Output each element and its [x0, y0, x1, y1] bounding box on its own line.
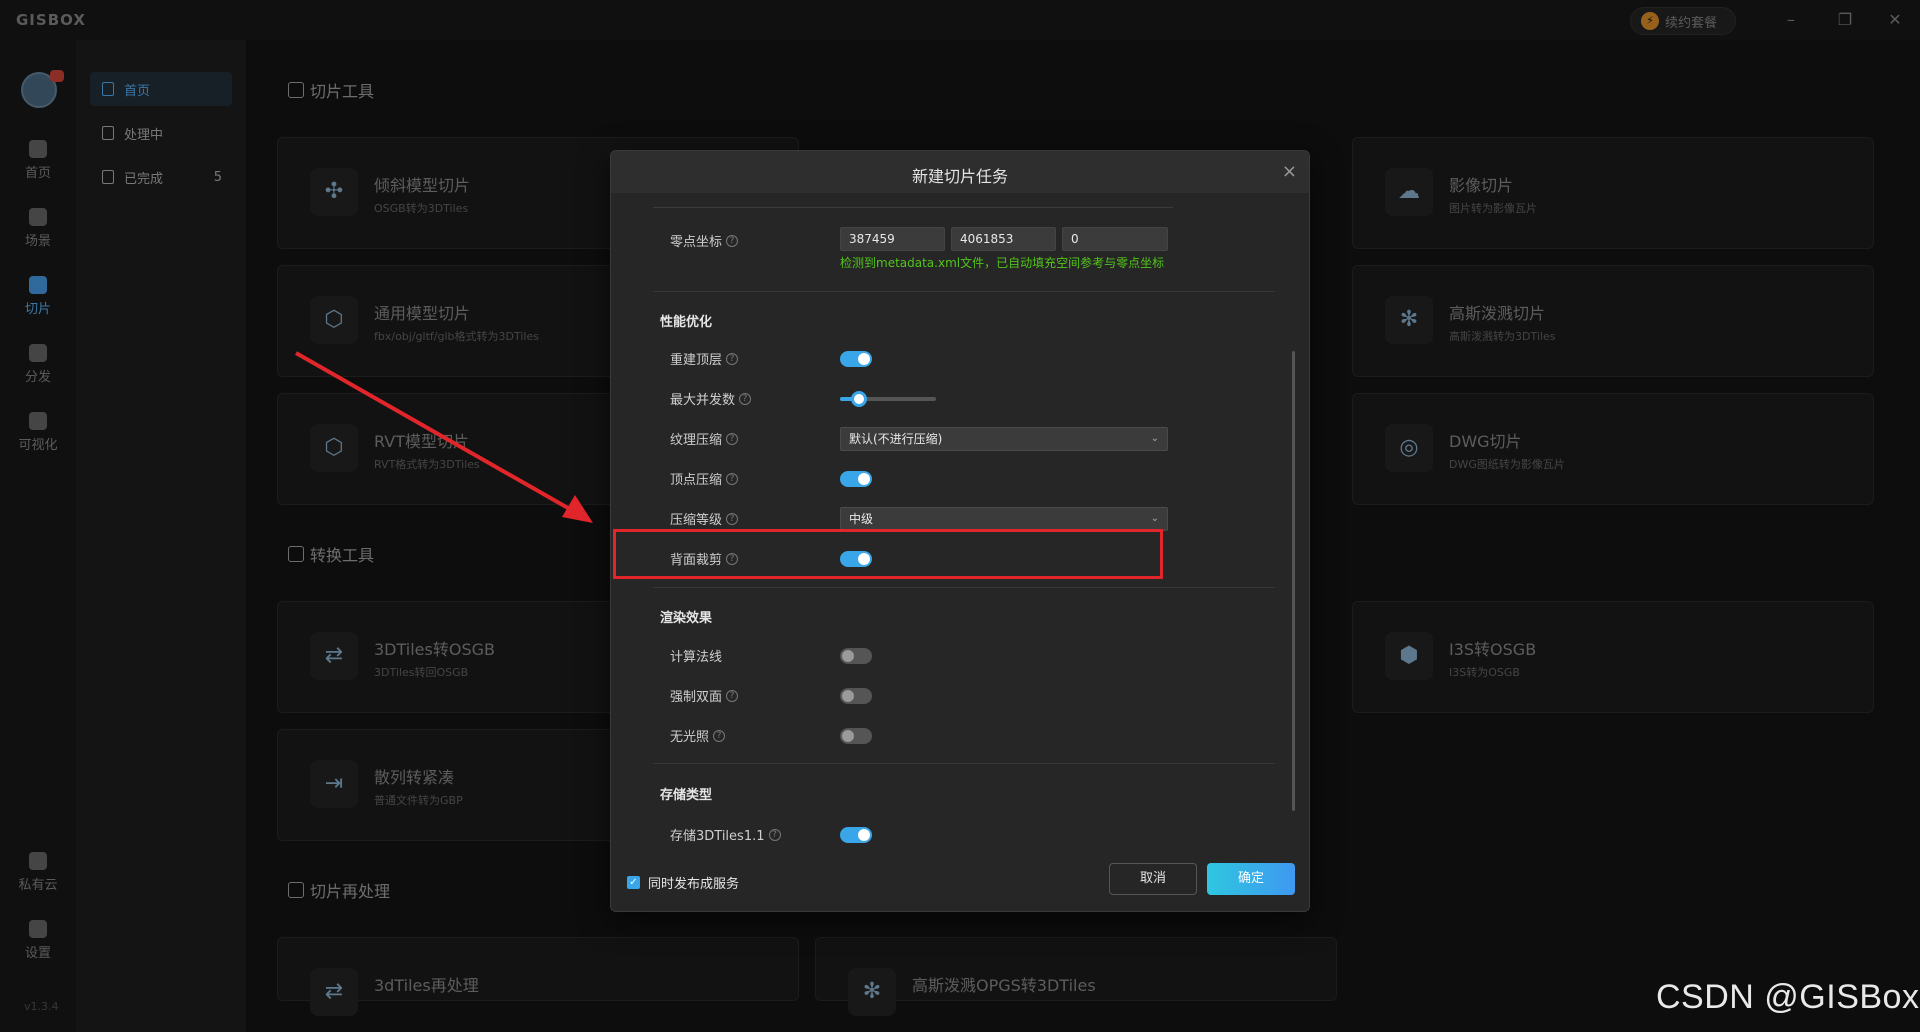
chevron-down-icon: ⌄ [1150, 513, 1159, 524]
toggle-knob [842, 690, 854, 702]
max-concurrency-label: 最大并发数? [670, 389, 752, 408]
divider [653, 763, 1275, 764]
origin-label: 零点坐标? [670, 231, 739, 250]
max-concurrency-slider[interactable] [840, 391, 936, 407]
divider [653, 587, 1275, 588]
dialog-title: 新建切片任务 [911, 167, 1008, 186]
help-icon[interactable]: ? [726, 352, 739, 365]
help-icon[interactable]: ? [713, 729, 726, 742]
force-double-toggle[interactable] [840, 688, 872, 704]
calc-normals-toggle[interactable] [840, 648, 872, 664]
render-group-title: 渲染效果 [660, 611, 713, 626]
compress-level-label: 压缩等级? [670, 509, 739, 528]
help-icon[interactable]: ? [726, 512, 739, 525]
toggle-knob [858, 473, 870, 485]
help-icon[interactable]: ? [726, 432, 739, 445]
toggle-knob [858, 353, 870, 365]
toggle-knob [842, 730, 854, 742]
slider-handle[interactable] [851, 391, 868, 407]
chevron-down-icon: ⌄ [1150, 433, 1159, 444]
vertex-compress-label: 顶点压缩? [670, 469, 739, 488]
compress-level-select[interactable]: 中级 ⌄ [840, 507, 1168, 531]
origin-hint: 检测到metadata.xml文件，已自动填充空间参考与零点坐标 [840, 256, 1165, 270]
dialog-header: 新建切片任务 × [611, 151, 1309, 193]
help-icon[interactable]: ? [726, 234, 739, 247]
confirm-button[interactable]: 确定 [1207, 863, 1295, 895]
perf-group-title: 性能优化 [660, 315, 713, 330]
toggle-knob [858, 829, 870, 841]
origin-x-input[interactable]: 387459 [840, 227, 945, 251]
no-lighting-label: 无光照? [670, 726, 726, 745]
help-icon[interactable]: ? [726, 689, 739, 702]
help-icon[interactable]: ? [739, 392, 752, 405]
calc-normals-label: 计算法线 [670, 650, 723, 665]
publish-service-checkbox[interactable]: ✓ 同时发布成服务 [627, 873, 739, 892]
storage-group-title: 存储类型 [660, 788, 713, 803]
store-3dtiles11-label: 存储3DTiles1.1? [670, 825, 781, 844]
checkbox-checked-icon: ✓ [627, 876, 640, 889]
store-3dtiles11-toggle[interactable] [840, 827, 872, 843]
rebuild-top-label: 重建顶层? [670, 349, 739, 368]
new-slice-task-dialog: 新建切片任务 × 零点坐标? 387459 4061853 0 检测到metad… [610, 150, 1310, 912]
close-icon[interactable]: × [1282, 161, 1297, 182]
origin-z-input[interactable]: 0 [1062, 227, 1168, 251]
divider [653, 291, 1275, 292]
rebuild-top-toggle[interactable] [840, 351, 872, 367]
vertex-compress-toggle[interactable] [840, 471, 872, 487]
help-icon[interactable]: ? [768, 828, 781, 841]
watermark: CSDN @GISBox [1656, 978, 1920, 1016]
cancel-button[interactable]: 取消 [1109, 863, 1197, 895]
origin-y-input[interactable]: 4061853 [951, 227, 1056, 251]
force-double-label: 强制双面? [670, 686, 739, 705]
toggle-knob [842, 650, 854, 662]
no-lighting-toggle[interactable] [840, 728, 872, 744]
divider [653, 207, 1173, 208]
texture-compress-label: 纹理压缩? [670, 429, 739, 448]
highlight-box [613, 529, 1163, 579]
texture-compress-select[interactable]: 默认(不进行压缩) ⌄ [840, 427, 1168, 451]
help-icon[interactable]: ? [726, 472, 739, 485]
scrollbar[interactable] [1292, 351, 1295, 811]
